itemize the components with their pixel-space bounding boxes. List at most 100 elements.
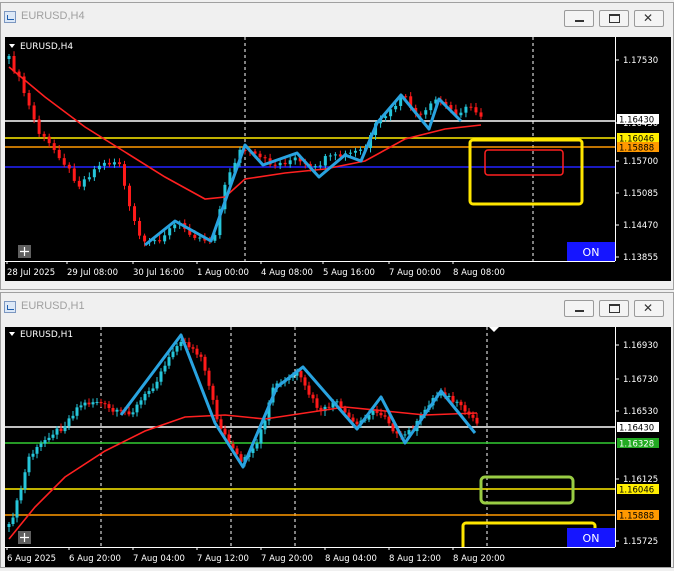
candlestick bbox=[464, 104, 468, 118]
price-scale: 1.17530 1.16430 1.15700 1.15085 1.14470 1.138… bbox=[615, 37, 671, 261]
candlestick bbox=[37, 115, 41, 138]
svg-text:1.15888: 1.15888 bbox=[619, 512, 654, 522]
candlestick bbox=[315, 394, 319, 411]
window-title: EURUSD,H1 bbox=[21, 300, 85, 312]
candlestick-chart: EURUSD,H1 ON bbox=[5, 327, 615, 547]
maximize-icon bbox=[609, 304, 620, 313]
chart-area[interactable]: EURUSD,H4 ON bbox=[5, 37, 615, 261]
candlestick bbox=[479, 108, 483, 120]
on-button[interactable]: ON bbox=[567, 242, 615, 261]
time-tick-label: 8 Aug 20:00 bbox=[453, 554, 505, 564]
candlestick bbox=[303, 374, 307, 390]
time-tick-label: 6 Aug 2025 bbox=[7, 554, 56, 564]
window-title: EURUSD,H4 bbox=[21, 10, 85, 22]
candlestick bbox=[115, 407, 119, 417]
candlestick bbox=[31, 449, 35, 460]
chart-label: EURUSD,H1 bbox=[9, 330, 73, 340]
candlestick bbox=[128, 183, 132, 211]
price-tick-label: 1.14470 bbox=[623, 221, 658, 231]
close-button[interactable]: ✕ bbox=[634, 10, 664, 27]
time-tick-label: 30 Jul 16:00 bbox=[133, 268, 184, 278]
on-button[interactable]: ON bbox=[567, 528, 615, 547]
candlestick bbox=[158, 235, 162, 244]
candlestick bbox=[474, 102, 478, 116]
close-button[interactable]: ✕ bbox=[634, 300, 664, 317]
candlestick bbox=[175, 342, 179, 356]
close-icon: ✕ bbox=[643, 11, 654, 25]
candlestick bbox=[7, 522, 11, 532]
price-tick-label: 1.16930 bbox=[623, 341, 658, 351]
candlestick bbox=[151, 383, 155, 394]
price-tag: 1.16430 bbox=[617, 114, 659, 126]
candlestick bbox=[203, 354, 207, 376]
candlestick bbox=[255, 439, 259, 452]
minimize-button[interactable] bbox=[564, 10, 594, 27]
chart-symbol-label: EURUSD,H4 bbox=[20, 42, 73, 52]
candlestick bbox=[75, 404, 79, 420]
candlestick bbox=[159, 368, 163, 386]
time-tick-label: 6 Aug 20:00 bbox=[69, 554, 121, 564]
candlestick bbox=[459, 108, 463, 118]
candlestick bbox=[122, 160, 126, 190]
maximize-button[interactable] bbox=[599, 10, 629, 27]
candlestick bbox=[35, 444, 39, 459]
candlestick bbox=[87, 172, 91, 182]
candlestick bbox=[163, 231, 167, 245]
candlestick bbox=[15, 498, 19, 523]
candlestick bbox=[27, 89, 31, 110]
candlestick bbox=[82, 176, 86, 191]
candlestick bbox=[51, 430, 55, 441]
title-bar[interactable]: EURUSD,H4 ✕ bbox=[1, 3, 673, 31]
candlestick bbox=[102, 159, 106, 170]
minimize-icon bbox=[575, 310, 584, 312]
candlestick bbox=[263, 154, 267, 163]
entry-zone-box bbox=[484, 149, 564, 176]
time-tick-label: 7 Aug 12:00 bbox=[197, 554, 249, 564]
time-tick-label: 7 Aug 00:00 bbox=[389, 268, 441, 278]
chart-area[interactable]: EURUSD,H1 ON bbox=[5, 327, 615, 547]
time-tick-label: 7 Aug 04:00 bbox=[133, 554, 185, 564]
candlestick bbox=[469, 103, 473, 111]
chart-window-h4: EURUSD,H4 ✕ EURUSD,H4 ON 1.17530 1.15700… bbox=[0, 2, 674, 290]
candlestick bbox=[97, 161, 101, 173]
crosshair-icon[interactable] bbox=[18, 531, 31, 544]
time-tick-label: 4 Aug 08:00 bbox=[261, 268, 313, 278]
candlestick bbox=[429, 101, 433, 115]
price-tag: 1.16430 bbox=[617, 422, 659, 434]
time-tick-label: 8 Aug 12:00 bbox=[389, 554, 441, 564]
candlestick bbox=[455, 399, 459, 407]
minimize-button[interactable] bbox=[564, 300, 594, 317]
svg-text:1.16046: 1.16046 bbox=[619, 486, 654, 496]
candlestick bbox=[187, 337, 191, 350]
candlestick bbox=[103, 400, 107, 409]
candlestick bbox=[107, 158, 111, 168]
price-tick-label: 1.15700 bbox=[623, 157, 658, 167]
candlestick bbox=[307, 381, 311, 398]
candlestick bbox=[43, 436, 47, 447]
chart-shift-marker bbox=[489, 327, 499, 332]
price-tick-label: 1.15085 bbox=[623, 189, 658, 199]
zigzag-line bbox=[144, 93, 463, 247]
time-tick-label: 29 Jul 08:00 bbox=[67, 268, 118, 278]
maximize-button[interactable] bbox=[599, 300, 629, 317]
candlestick bbox=[333, 152, 337, 161]
time-tick-label: 1 Aug 00:00 bbox=[197, 268, 249, 278]
green-zone-box bbox=[479, 475, 575, 505]
on-button-label: ON bbox=[583, 246, 600, 259]
price-tag: 1.16328 bbox=[617, 438, 659, 450]
time-scale: 28 Jul 2025 29 Jul 08:00 30 Jul 16:00 1 Aug… bbox=[5, 261, 671, 281]
candlestick bbox=[288, 156, 292, 168]
candlestick bbox=[135, 401, 139, 417]
svg-text:1.16430: 1.16430 bbox=[619, 116, 654, 126]
candlestick bbox=[283, 158, 287, 167]
crosshair-icon[interactable] bbox=[18, 245, 31, 258]
title-bar[interactable]: EURUSD,H1 ✕ bbox=[1, 293, 673, 321]
candlestick bbox=[139, 397, 143, 409]
candlestick bbox=[475, 413, 479, 426]
candlestick bbox=[293, 154, 297, 165]
candlestick bbox=[199, 352, 203, 362]
candlestick bbox=[167, 353, 171, 369]
price-tag: 1.16046 bbox=[617, 484, 659, 496]
candlestick bbox=[62, 153, 66, 168]
candlestick bbox=[67, 162, 71, 173]
